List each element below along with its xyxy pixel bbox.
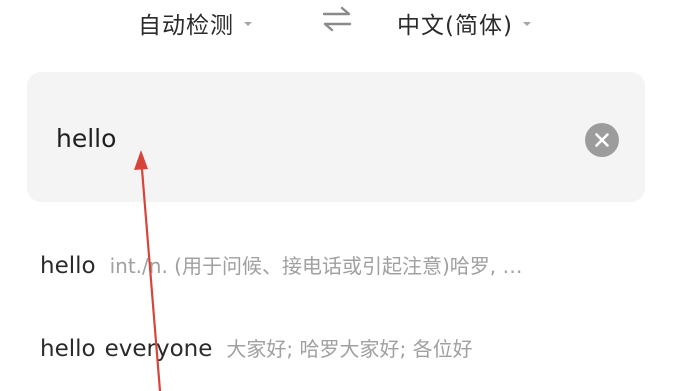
input-text[interactable]: hello <box>56 124 116 153</box>
target-language-selector[interactable]: 中文(简体) <box>397 6 531 40</box>
translate-screen: 自动检测 中文(简体) hello hello int./n. (用于问候、接电… <box>0 0 685 391</box>
suggestion-word: hello <box>40 253 96 279</box>
suggestion-item[interactable]: hello everyone 大家好; 哈罗大家好; 各位好 <box>40 333 640 377</box>
swap-arrows-icon <box>322 6 352 32</box>
caret-down-icon <box>522 22 531 26</box>
clear-circle-icon <box>595 133 609 147</box>
target-language-label: 中文(简体) <box>397 13 513 39</box>
swap-languages-button[interactable] <box>320 6 354 32</box>
language-bar: 自动检测 中文(简体) <box>0 0 685 46</box>
suggestion-item[interactable]: hello int./n. (用于问候、接电话或引起注意)哈罗, … <box>40 250 640 294</box>
clear-input-button[interactable] <box>585 123 619 157</box>
caret-down-icon <box>244 22 252 26</box>
source-language-selector[interactable]: 自动检测 <box>138 6 252 40</box>
suggestion-word: hello <box>40 336 96 362</box>
translation-input-box[interactable]: hello <box>27 72 645 202</box>
suggestion-word: everyone <box>104 336 213 362</box>
suggestion-definition: int./n. (用于问候、接电话或引起注意)哈罗, … <box>109 254 523 278</box>
source-language-label: 自动检测 <box>138 13 234 39</box>
suggestion-definition: 大家好; 哈罗大家好; 各位好 <box>226 337 473 361</box>
